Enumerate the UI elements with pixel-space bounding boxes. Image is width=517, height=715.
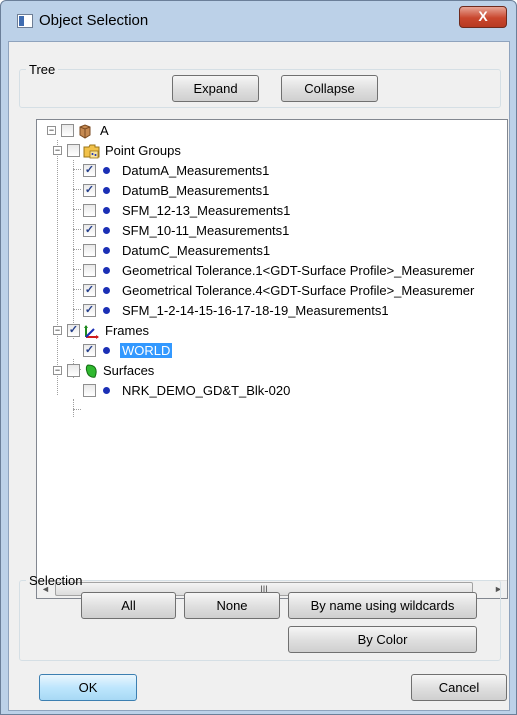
tree-node-frames[interactable]: − ✓ Frames xyxy=(37,322,507,342)
point-groups-checkbox[interactable] xyxy=(67,144,80,157)
item-checkbox[interactable] xyxy=(83,384,96,397)
tree-node-label: Frames xyxy=(105,323,150,338)
frame-dot-icon xyxy=(103,347,110,354)
collapse-toggle[interactable]: − xyxy=(47,126,56,135)
point-group-dot-icon xyxy=(103,187,110,194)
frame-axes-icon xyxy=(84,325,99,339)
tree-node-label: DatumC_Measurements1 xyxy=(122,243,271,258)
point-group-dot-icon xyxy=(103,307,110,314)
tree-connector xyxy=(73,409,81,410)
point-group-dot-icon xyxy=(103,167,110,174)
item-checkbox[interactable]: ✓ xyxy=(83,184,96,197)
tree-node-label: Geometrical Tolerance.4<GDT-Surface Prof… xyxy=(122,283,475,298)
tree-node-label: A xyxy=(100,123,109,138)
tree-node-label: Surfaces xyxy=(103,363,155,378)
cancel-button[interactable]: Cancel xyxy=(411,674,507,701)
tree-node-point-group[interactable]: DatumC_Measurements1 xyxy=(37,242,507,262)
tree-node-point-groups[interactable]: − Point Groups xyxy=(37,142,507,162)
expand-button[interactable]: Expand xyxy=(172,75,259,102)
tree-node-label: DatumA_Measurements1 xyxy=(122,163,270,178)
item-checkbox[interactable]: ✓ xyxy=(83,344,96,357)
tree-node-label: SFM_1-2-14-15-16-17-18-19_Measurements1 xyxy=(122,303,389,318)
selection-group-legend: Selection xyxy=(29,573,83,588)
item-checkbox[interactable]: ✓ xyxy=(83,164,96,177)
object-tree[interactable]: − A − Point Groups ✓ DatumA_Measurements… xyxy=(36,119,508,599)
collapse-toggle[interactable]: − xyxy=(53,366,62,375)
select-by-color-button[interactable]: By Color xyxy=(288,626,477,653)
point-group-dot-icon xyxy=(103,267,110,274)
tree-group-legend: Tree xyxy=(29,62,56,77)
surface-icon xyxy=(85,364,97,378)
tree-node-label: Point Groups xyxy=(105,143,181,158)
tree-node-frame[interactable]: ✓ WORLD xyxy=(37,342,507,362)
point-group-folder-icon xyxy=(83,144,100,159)
tree-node-surface[interactable]: NRK_DEMO_GD&T_Blk-020 xyxy=(37,382,507,402)
item-checkbox[interactable] xyxy=(83,204,96,217)
close-button[interactable]: X xyxy=(459,6,507,28)
tree-node-surfaces[interactable]: − Surfaces xyxy=(37,362,507,382)
collapse-toggle[interactable]: − xyxy=(53,146,62,155)
tree-node-label: DatumB_Measurements1 xyxy=(122,183,270,198)
tree-node-point-group[interactable]: SFM_12-13_Measurements1 xyxy=(37,202,507,222)
dialog-window: Object Selection X Tree Expand Collapse xyxy=(0,0,517,715)
tree-node-label: SFM_10-11_Measurements1 xyxy=(122,223,290,238)
cube-icon xyxy=(79,124,91,139)
window-title: Object Selection xyxy=(39,12,149,29)
item-checkbox[interactable] xyxy=(83,264,96,277)
select-all-button[interactable]: All xyxy=(81,592,176,619)
item-checkbox[interactable]: ✓ xyxy=(83,224,96,237)
ok-button[interactable]: OK xyxy=(39,674,137,701)
tree-node-point-group[interactable]: ✓ SFM_10-11_Measurements1 xyxy=(37,222,507,242)
collapse-button[interactable]: Collapse xyxy=(281,75,378,102)
root-checkbox[interactable] xyxy=(61,124,74,137)
tree-node-point-group[interactable]: ✓ DatumB_Measurements1 xyxy=(37,182,507,202)
item-checkbox[interactable]: ✓ xyxy=(83,304,96,317)
tree-group: Tree xyxy=(19,62,501,108)
point-group-dot-icon xyxy=(103,227,110,234)
tree-node-point-group[interactable]: ✓ SFM_1-2-14-15-16-17-18-19_Measurements… xyxy=(37,302,507,322)
point-group-dot-icon xyxy=(103,207,110,214)
tree-node-label: NRK_DEMO_GD&T_Blk-020 xyxy=(122,383,291,398)
tree-node-label: SFM_12-13_Measurements1 xyxy=(122,203,291,218)
dialog-body: Tree Expand Collapse − A − Point Groups … xyxy=(8,41,510,711)
select-by-wildcards-button[interactable]: By name using wildcards xyxy=(288,592,477,619)
select-none-button[interactable]: None xyxy=(184,592,280,619)
tree-node-point-group[interactable]: ✓ Geometrical Tolerance.4<GDT-Surface Pr… xyxy=(37,282,507,302)
tree-node-point-group[interactable]: ✓ DatumA_Measurements1 xyxy=(37,162,507,182)
surfaces-checkbox[interactable] xyxy=(67,364,80,377)
tree-node-label: Geometrical Tolerance.1<GDT-Surface Prof… xyxy=(122,263,475,278)
collapse-toggle[interactable]: − xyxy=(53,326,62,335)
tree-node-point-group[interactable]: Geometrical Tolerance.1<GDT-Surface Prof… xyxy=(37,262,507,282)
point-group-dot-icon xyxy=(103,287,110,294)
surface-dot-icon xyxy=(103,387,110,394)
item-checkbox[interactable] xyxy=(83,244,96,257)
tree-node-label-selected: WORLD xyxy=(120,343,173,358)
frames-checkbox[interactable]: ✓ xyxy=(67,324,80,337)
tree-node-root[interactable]: − A xyxy=(37,122,507,142)
window-icon xyxy=(17,14,33,28)
point-group-dot-icon xyxy=(103,247,110,254)
title-bar[interactable]: Object Selection X xyxy=(1,1,516,41)
item-checkbox[interactable]: ✓ xyxy=(83,284,96,297)
